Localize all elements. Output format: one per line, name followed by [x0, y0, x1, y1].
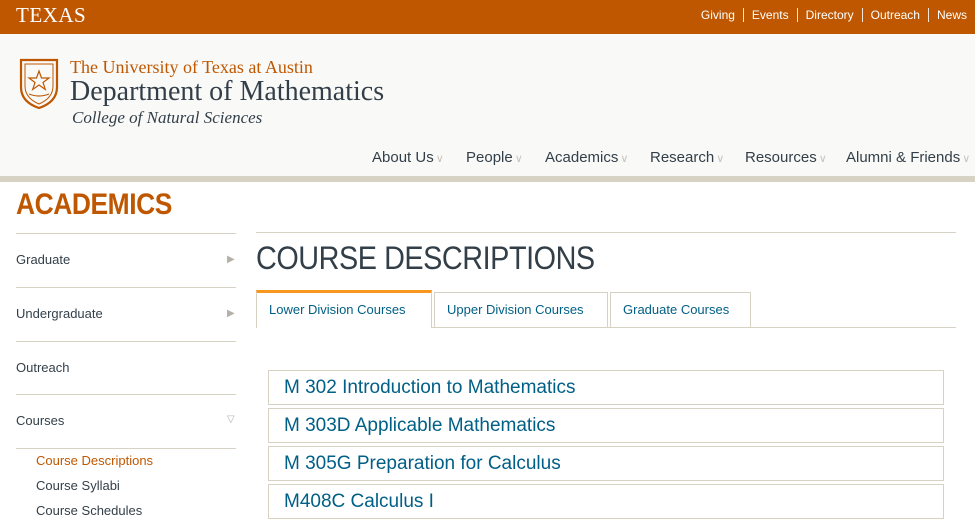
nav-label: Alumni & Friends	[846, 149, 961, 166]
chevron-down-icon: ∨	[716, 153, 725, 165]
tab-upper-division[interactable]: Upper Division Courses	[434, 292, 608, 327]
nav-label: Research	[650, 149, 715, 166]
utility-link-events[interactable]: Events	[742, 8, 797, 22]
utility-links: Giving Events Directory Outreach News	[693, 8, 975, 22]
section-title: ACADEMICS	[16, 188, 172, 221]
university-name[interactable]: The University of Texas at Austin	[70, 57, 313, 78]
course-item-m302[interactable]: M 302 Introduction to Mathematics	[268, 370, 944, 405]
utility-link-news[interactable]: News	[927, 8, 975, 22]
chevron-down-icon: ∨	[620, 153, 629, 165]
department-name[interactable]: Department of Mathematics	[70, 76, 384, 108]
ut-seal-icon[interactable]	[18, 57, 60, 109]
sidebar-item-undergraduate[interactable]: Undergraduate	[16, 306, 103, 321]
main-nav: About Us ∨ People ∨ Academics ∨ Research ∨ R…	[0, 149, 975, 169]
triangle-down-icon[interactable]: ▽	[227, 414, 235, 425]
sidebar-item-courses[interactable]: Courses	[16, 413, 64, 428]
nav-people[interactable]: People ∨	[466, 149, 523, 166]
utility-link-directory[interactable]: Directory	[796, 8, 862, 22]
sidebar-item-graduate[interactable]: Graduate	[16, 252, 70, 267]
nav-resources[interactable]: Resources ∨	[745, 149, 827, 166]
sidebar-divider	[16, 287, 236, 288]
texas-wordmark[interactable]: TEXAS	[16, 3, 86, 28]
sidebar-subitem-course-schedules[interactable]: Course Schedules	[36, 503, 142, 518]
sidebar-divider	[16, 448, 236, 449]
top-bar: TEXAS Giving Events Directory Outreach N…	[0, 0, 975, 34]
nav-research[interactable]: Research ∨	[650, 149, 724, 166]
sidebar-divider	[16, 341, 236, 342]
utility-link-outreach[interactable]: Outreach	[861, 8, 928, 22]
course-item-m303d[interactable]: M 303D Applicable Mathematics	[268, 408, 944, 443]
course-item-m305g[interactable]: M 305G Preparation for Calculus	[268, 446, 944, 481]
nav-label: Resources	[745, 149, 817, 166]
content-divider	[256, 232, 956, 233]
sidebar-subitem-course-descriptions[interactable]: Course Descriptions	[36, 453, 153, 468]
nav-alumni-friends[interactable]: Alumni & Friends ∨	[846, 149, 970, 166]
header-divider	[0, 176, 975, 182]
nav-label: People	[466, 149, 513, 166]
sidebar-item-outreach[interactable]: Outreach	[16, 360, 69, 375]
sidebar-divider	[16, 394, 236, 395]
chevron-down-icon: ∨	[962, 153, 971, 165]
utility-link-giving[interactable]: Giving	[693, 8, 743, 22]
nav-academics[interactable]: Academics ∨	[545, 149, 628, 166]
nav-about-us[interactable]: About Us ∨	[372, 149, 444, 166]
sidebar-subitem-course-syllabi[interactable]: Course Syllabi	[36, 478, 120, 493]
nav-label: Academics	[545, 149, 619, 166]
triangle-right-icon[interactable]: ▶	[227, 254, 235, 265]
chevron-down-icon: ∨	[514, 153, 523, 165]
chevron-down-icon: ∨	[818, 153, 827, 165]
course-item-m408c[interactable]: M408C Calculus I	[268, 484, 944, 519]
tab-graduate[interactable]: Graduate Courses	[610, 292, 751, 327]
triangle-right-icon[interactable]: ▶	[227, 308, 235, 319]
sidebar-divider	[16, 233, 236, 234]
page-title: COURSE DESCRIPTIONS	[256, 240, 595, 276]
tab-lower-division[interactable]: Lower Division Courses	[256, 290, 432, 328]
chevron-down-icon: ∨	[435, 153, 444, 165]
nav-label: About Us	[372, 149, 434, 166]
college-name[interactable]: College of Natural Sciences	[72, 108, 262, 128]
